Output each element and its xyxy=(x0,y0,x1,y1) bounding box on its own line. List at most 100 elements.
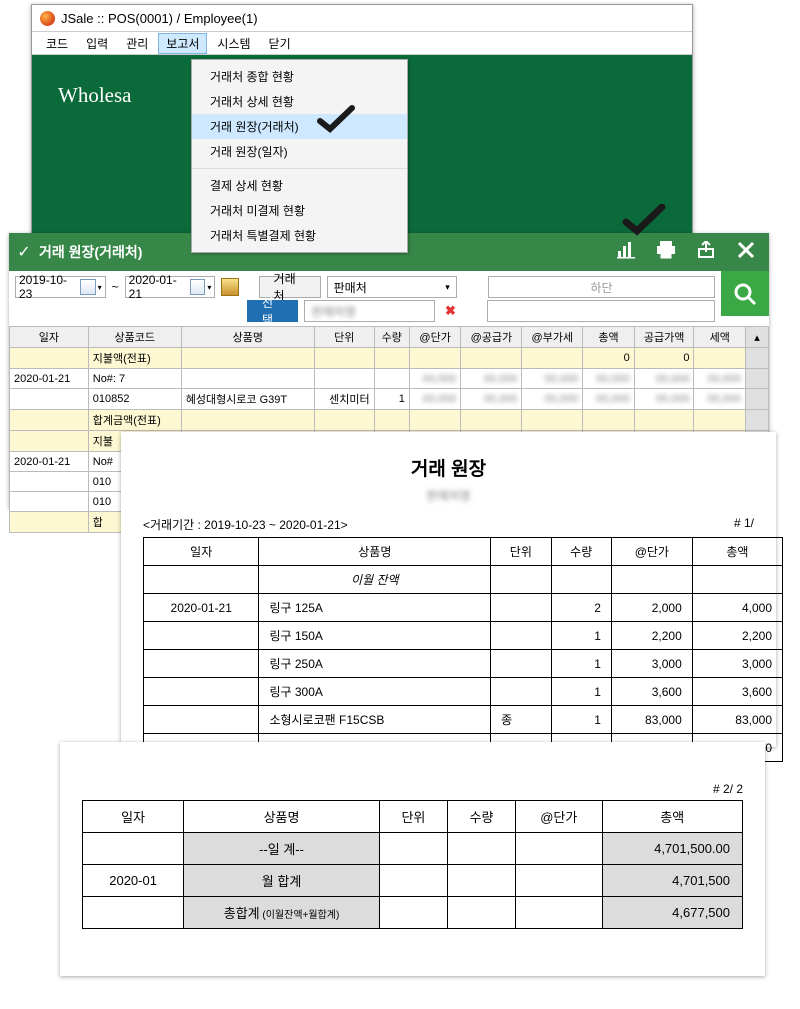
grid-cell[interactable] xyxy=(634,410,694,431)
region-input[interactable]: 하단 xyxy=(488,276,715,298)
grid-cell[interactable] xyxy=(10,472,89,492)
scrollbar[interactable] xyxy=(746,348,769,369)
grid-cell[interactable] xyxy=(461,410,522,431)
grid-cell[interactable] xyxy=(10,348,89,369)
date-from-input[interactable]: 2019-10-23▾ xyxy=(15,276,106,298)
grid-cell[interactable] xyxy=(694,410,746,431)
grid-cell[interactable]: 00,000 xyxy=(583,389,634,410)
grid-cell[interactable]: 00,000 xyxy=(522,369,583,389)
grid-cell[interactable] xyxy=(314,410,374,431)
calendar-icon xyxy=(190,279,205,295)
report-cell: 3,600 xyxy=(611,678,692,706)
print-icon[interactable] xyxy=(657,241,675,264)
search-button[interactable] xyxy=(721,271,769,316)
menu-코드[interactable]: 코드 xyxy=(38,33,76,54)
dropdown-item[interactable]: 거래처 특별결제 현황 xyxy=(192,223,407,248)
refresh-icon[interactable] xyxy=(221,278,238,296)
grid-cell[interactable]: 0 xyxy=(583,348,634,369)
grid-cell[interactable] xyxy=(10,410,89,431)
menu-입력[interactable]: 입력 xyxy=(78,33,116,54)
grid-cell[interactable]: 00,000 xyxy=(409,389,460,410)
grid-cell[interactable]: 00,000 xyxy=(522,389,583,410)
chart-icon[interactable] xyxy=(617,241,635,264)
grid-cell[interactable] xyxy=(374,410,409,431)
grid-cell[interactable]: 00,000 xyxy=(694,369,746,389)
grid-cell[interactable] xyxy=(374,369,409,389)
grid-cell[interactable]: 010852 xyxy=(88,389,181,410)
grid-cell[interactable]: 혜성대형시로코 G39T xyxy=(181,389,314,410)
grid-cell[interactable]: 2020-01-21 xyxy=(10,369,89,389)
grid-cell[interactable] xyxy=(181,369,314,389)
grid-cell[interactable]: 00,000 xyxy=(634,389,694,410)
dropdown-item[interactable]: 거래처 종합 현황 xyxy=(192,64,407,89)
dropdown-item[interactable]: 거래 원장(일자) xyxy=(192,139,407,164)
menu-보고서[interactable]: 보고서 xyxy=(158,33,207,54)
report-cell: 링구 300A xyxy=(259,678,491,706)
report-cell: 링구 150A xyxy=(259,622,491,650)
scrollbar[interactable] xyxy=(746,410,769,431)
grid-cell[interactable]: 센치미터 xyxy=(314,389,374,410)
grid-cell[interactable] xyxy=(10,512,89,533)
grid-cell[interactable]: 00,000 xyxy=(461,369,522,389)
grid-cell[interactable]: 합계금액(전표) xyxy=(88,410,181,431)
dropdown-item[interactable]: 거래처 상세 현황 xyxy=(192,89,407,114)
menu-시스템[interactable]: 시스템 xyxy=(209,33,258,54)
grid-cell[interactable]: 1 xyxy=(374,389,409,410)
dropdown-item[interactable]: 결제 상세 현황 xyxy=(192,173,407,198)
report-cell xyxy=(379,865,447,897)
report-cell: 4,701,500 xyxy=(602,865,742,897)
report-subtitle: 판매처명 xyxy=(143,487,754,504)
ok-icon[interactable]: ✓ xyxy=(9,242,39,262)
scrollbar[interactable] xyxy=(746,369,769,389)
grid-cell[interactable] xyxy=(522,348,583,369)
supplier-type-select[interactable]: 판매처▾ xyxy=(327,276,457,298)
dropdown-item[interactable]: 거래 원장(거래처) xyxy=(192,114,407,139)
grid-cell[interactable] xyxy=(694,348,746,369)
grid-cell[interactable] xyxy=(181,348,314,369)
report-title: 거래 원장 xyxy=(143,454,754,481)
clear-icon[interactable]: ✖ xyxy=(445,303,456,319)
report-cell: 소형시로코팬 F15CSB xyxy=(259,706,491,734)
grid-cell[interactable] xyxy=(409,410,460,431)
grid-cell[interactable]: 2020-01-21 xyxy=(10,452,89,472)
menu-관리[interactable]: 관리 xyxy=(118,33,156,54)
grid-cell[interactable] xyxy=(583,410,634,431)
export-icon[interactable] xyxy=(697,241,715,264)
grid-cell[interactable] xyxy=(314,348,374,369)
grid-cell[interactable] xyxy=(374,348,409,369)
report-table-2: 일자상품명단위수량@단가총액--일 계--4,701,500.002020-01… xyxy=(82,800,743,929)
report-meta: <거래기간 : 2019-10-23 ~ 2020-01-21> # 1/ xyxy=(143,516,754,533)
grid-cell[interactable] xyxy=(314,369,374,389)
report-cell: 2,200 xyxy=(692,622,782,650)
calendar-icon xyxy=(80,279,95,295)
grid-cell[interactable]: 0 xyxy=(634,348,694,369)
grid-cell[interactable] xyxy=(409,348,460,369)
report-cell xyxy=(491,594,551,622)
select-button[interactable]: 선택 xyxy=(247,300,298,322)
extra-input[interactable] xyxy=(487,300,715,322)
report-cell xyxy=(144,706,259,734)
date-to-input[interactable]: 2020-01-21▾ xyxy=(125,276,216,298)
grid-cell[interactable] xyxy=(10,431,89,452)
grid-cell[interactable]: 00,000 xyxy=(634,369,694,389)
grid-cell[interactable]: 00,000 xyxy=(409,369,460,389)
grid-cell[interactable] xyxy=(461,348,522,369)
grid-cell[interactable] xyxy=(522,410,583,431)
grid-cell[interactable] xyxy=(181,410,314,431)
close-icon[interactable] xyxy=(737,241,755,264)
grid-cell[interactable]: 00,000 xyxy=(583,369,634,389)
scrollbar[interactable] xyxy=(746,389,769,410)
dropdown-item[interactable]: 거래처 미결제 현황 xyxy=(192,198,407,223)
selection-input[interactable]: 판매처명 xyxy=(304,300,435,322)
grid-cell[interactable] xyxy=(10,492,89,512)
grid-cell[interactable]: 지불액(전표) xyxy=(88,348,181,369)
grid-cell[interactable] xyxy=(10,389,89,410)
grid-cell[interactable]: 00,000 xyxy=(461,389,522,410)
report-cell xyxy=(516,865,602,897)
report-cell: 링구 125A xyxy=(259,594,491,622)
check-annotation-icon xyxy=(622,204,666,238)
menu-닫기[interactable]: 닫기 xyxy=(261,33,299,54)
grid-cell[interactable]: No#: 7 xyxy=(88,369,181,389)
report-cell: 1 xyxy=(551,650,611,678)
grid-cell[interactable]: 00,000 xyxy=(694,389,746,410)
